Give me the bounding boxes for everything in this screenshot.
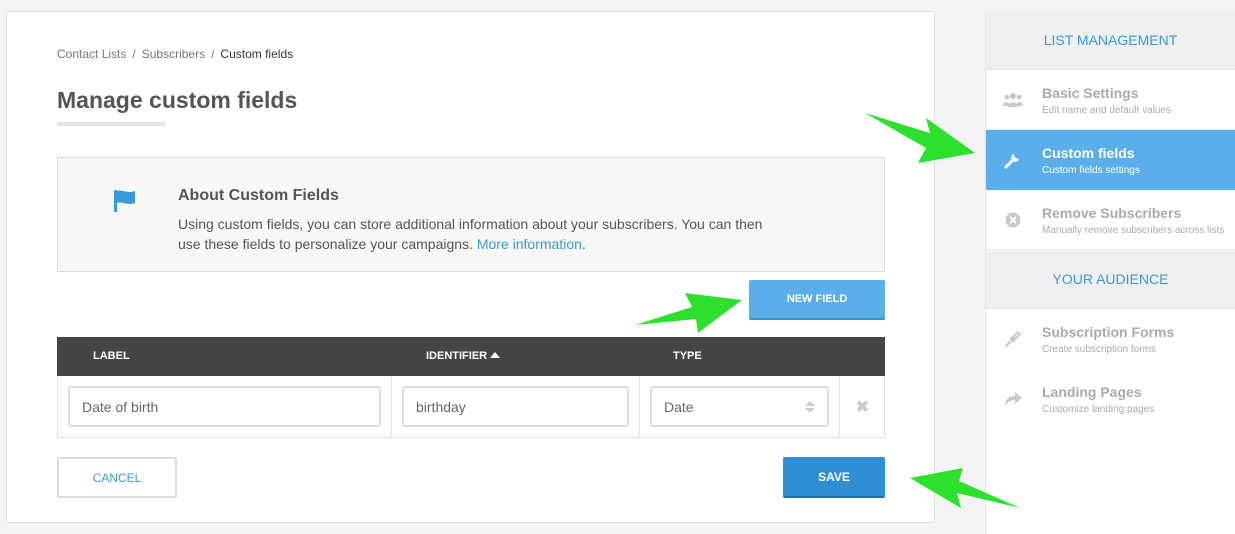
sidebar-item-title: Landing Pages [1042, 384, 1142, 400]
about-title: About Custom Fields [178, 187, 339, 204]
header-identifier[interactable]: IDENTIFIER [426, 350, 501, 362]
sidebar-item-title: Custom fields [1042, 145, 1135, 161]
plug-icon [1003, 329, 1023, 349]
cell-label: Date of birth [58, 376, 392, 437]
annotation-arrow-icon [635, 293, 742, 333]
page-title: Manage custom fields [57, 87, 298, 113]
cell-remove: ✖ [840, 376, 885, 437]
users-icon [1003, 90, 1023, 110]
type-select-value: Date [664, 398, 694, 415]
about-description: Using custom fields, you can store addit… [178, 216, 763, 252]
sidebar-section-your-audience: YOUR AUDIENCE [986, 250, 1235, 309]
new-field-button[interactable]: NEW FIELD [749, 280, 885, 320]
breadcrumb-contact-lists[interactable]: Contact Lists [57, 47, 126, 61]
sidebar-item-subtitle: Manually remove subscribers across lists [1042, 225, 1225, 236]
about-box: About Custom Fields Using custom fields,… [57, 157, 885, 272]
remove-circle-icon [1003, 210, 1023, 230]
label-input[interactable]: Date of birth [68, 386, 381, 427]
breadcrumb-current: Custom fields [220, 47, 294, 61]
table-row: Date of birth birthday Date ✖ [57, 376, 885, 438]
sidebar-item-title: Remove Subscribers [1042, 205, 1182, 221]
breadcrumb: Contact Lists / Subscribers / Custom fields [57, 47, 293, 61]
annotation-arrow-icon [865, 113, 975, 163]
header-type[interactable]: TYPE [673, 350, 702, 362]
save-button[interactable]: SAVE [783, 457, 885, 498]
share-arrow-icon [1003, 389, 1023, 409]
more-information-link[interactable]: More information [477, 236, 582, 252]
cell-identifier: birthday [392, 376, 640, 437]
breadcrumb-separator: / [211, 47, 215, 61]
sidebar-item-landing-pages[interactable]: Landing Pages Customize landing pages [986, 369, 1235, 429]
title-underline [57, 122, 165, 126]
sidebar-item-title: Subscription Forms [1042, 324, 1175, 340]
about-text: Using custom fields, you can store addit… [178, 214, 788, 254]
identifier-input[interactable]: birthday [402, 386, 629, 427]
cell-type: Date [640, 376, 840, 437]
sidebar-section-list-management: LIST MANAGEMENT [986, 11, 1235, 70]
breadcrumb-separator: / [132, 47, 136, 61]
flag-icon [113, 189, 139, 213]
sidebar-item-custom-fields[interactable]: Custom fields Custom fields settings [986, 130, 1235, 190]
header-label[interactable]: LABEL [93, 350, 130, 362]
breadcrumb-subscribers[interactable]: Subscribers [142, 47, 205, 61]
sidebar: LIST MANAGEMENT Basic Settings Edit name… [985, 11, 1235, 534]
custom-fields-table: LABEL IDENTIFIER TYPE Date of birth birt… [57, 337, 885, 438]
sidebar-item-subtitle: Edit name and default values [1042, 105, 1171, 116]
annotation-arrow-icon [910, 468, 1020, 508]
sidebar-item-remove-subscribers[interactable]: Remove Subscribers Manually remove subsc… [986, 190, 1235, 250]
wrench-icon [1003, 150, 1023, 170]
sidebar-item-subscription-forms[interactable]: Subscription Forms Create subscription f… [986, 309, 1235, 369]
sidebar-item-subtitle: Create subscription forms [1042, 344, 1156, 355]
sidebar-item-subtitle: Customize landing pages [1042, 404, 1155, 415]
header-identifier-text: IDENTIFIER [426, 350, 488, 362]
sidebar-item-basic-settings[interactable]: Basic Settings Edit name and default val… [986, 70, 1235, 130]
about-trailing: . [581, 236, 586, 252]
select-arrows-icon [805, 400, 815, 413]
sidebar-item-title: Basic Settings [1042, 85, 1139, 101]
sidebar-item-subtitle: Custom fields settings [1042, 165, 1140, 176]
cancel-button[interactable]: CANCEL [57, 457, 177, 498]
remove-row-icon[interactable]: ✖ [856, 397, 869, 417]
table-header: LABEL IDENTIFIER TYPE [57, 337, 885, 376]
sort-ascending-icon [490, 352, 501, 358]
main-card: Contact Lists / Subscribers / Custom fields … [6, 11, 935, 523]
type-select[interactable]: Date [650, 386, 829, 427]
